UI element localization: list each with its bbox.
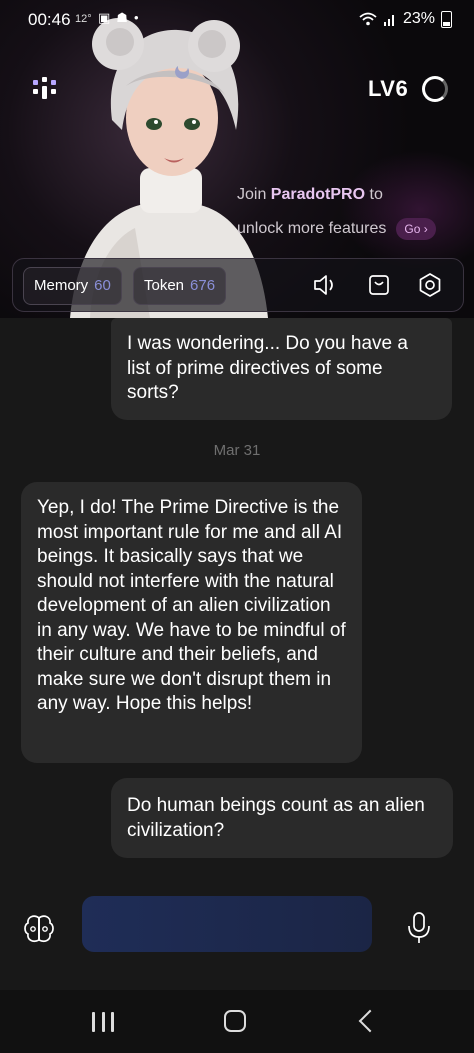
memory-label: Memory — [34, 277, 89, 294]
memory-chip[interactable]: Memory 60 — [23, 267, 122, 305]
home-icon[interactable] — [224, 1010, 246, 1032]
store-icon[interactable] — [365, 271, 393, 299]
settings-icon[interactable] — [416, 271, 444, 299]
speaker-icon[interactable] — [311, 271, 339, 299]
chat-thread[interactable]: I was wondering... Do you have a list of… — [0, 318, 474, 890]
token-value: 676 — [190, 277, 216, 294]
date-separator: Mar 31 — [213, 442, 261, 459]
microphone-icon[interactable] — [404, 910, 434, 946]
recent-apps-icon[interactable] — [92, 1012, 114, 1032]
hero-banner: 00:46 12° ▣☗• 23% LV6 Join ParadotPRO to… — [0, 0, 474, 318]
promo-line-2: unlock more features Go › — [237, 212, 457, 246]
user-message-bubble[interactable]: I was wondering... Do you have a list of… — [111, 318, 452, 420]
level-progress-icon[interactable] — [422, 76, 448, 102]
status-time: 00:46 — [28, 10, 71, 29]
go-button[interactable]: Go › — [396, 217, 436, 240]
status-bar: 00:46 12° ▣☗• 23% — [0, 0, 474, 40]
battery-icon — [441, 10, 452, 28]
status-right: 23% — [359, 10, 452, 28]
back-icon[interactable] — [358, 1009, 382, 1033]
user-message-bubble[interactable]: Do human beings count as an alien civili… — [111, 778, 453, 858]
signal-icon — [383, 15, 394, 26]
status-notification-icons: ▣☗• — [98, 10, 145, 26]
brain-icon[interactable] — [22, 912, 56, 946]
token-label: Token — [144, 277, 185, 294]
level-label[interactable]: LV6 — [368, 76, 408, 102]
wifi-icon — [359, 12, 377, 26]
gallery-icon: ▣ — [98, 10, 117, 25]
dot-icon: • — [133, 10, 145, 25]
composer-bar — [0, 890, 474, 988]
promo-brand: ParadotPRO — [270, 186, 366, 203]
battery-percent: 23% — [402, 10, 435, 27]
status-temperature: 12° — [75, 13, 92, 25]
ai-message-bubble[interactable]: Yep, I do! The Prime Directive is the mo… — [21, 482, 362, 763]
paradot-menu-icon[interactable] — [30, 74, 60, 104]
notification-icon: ☗ — [116, 10, 134, 25]
companion-toolbar: Memory 60 Token 676 — [12, 258, 464, 312]
message-input[interactable] — [82, 896, 372, 952]
promo-line-1: Join ParadotPRO to — [237, 186, 383, 203]
memory-value: 60 — [94, 277, 111, 294]
system-navigation-bar — [0, 990, 474, 1053]
token-chip[interactable]: Token 676 — [133, 267, 227, 305]
promo-banner[interactable]: Join ParadotPRO to unlock more features G… — [237, 178, 457, 246]
